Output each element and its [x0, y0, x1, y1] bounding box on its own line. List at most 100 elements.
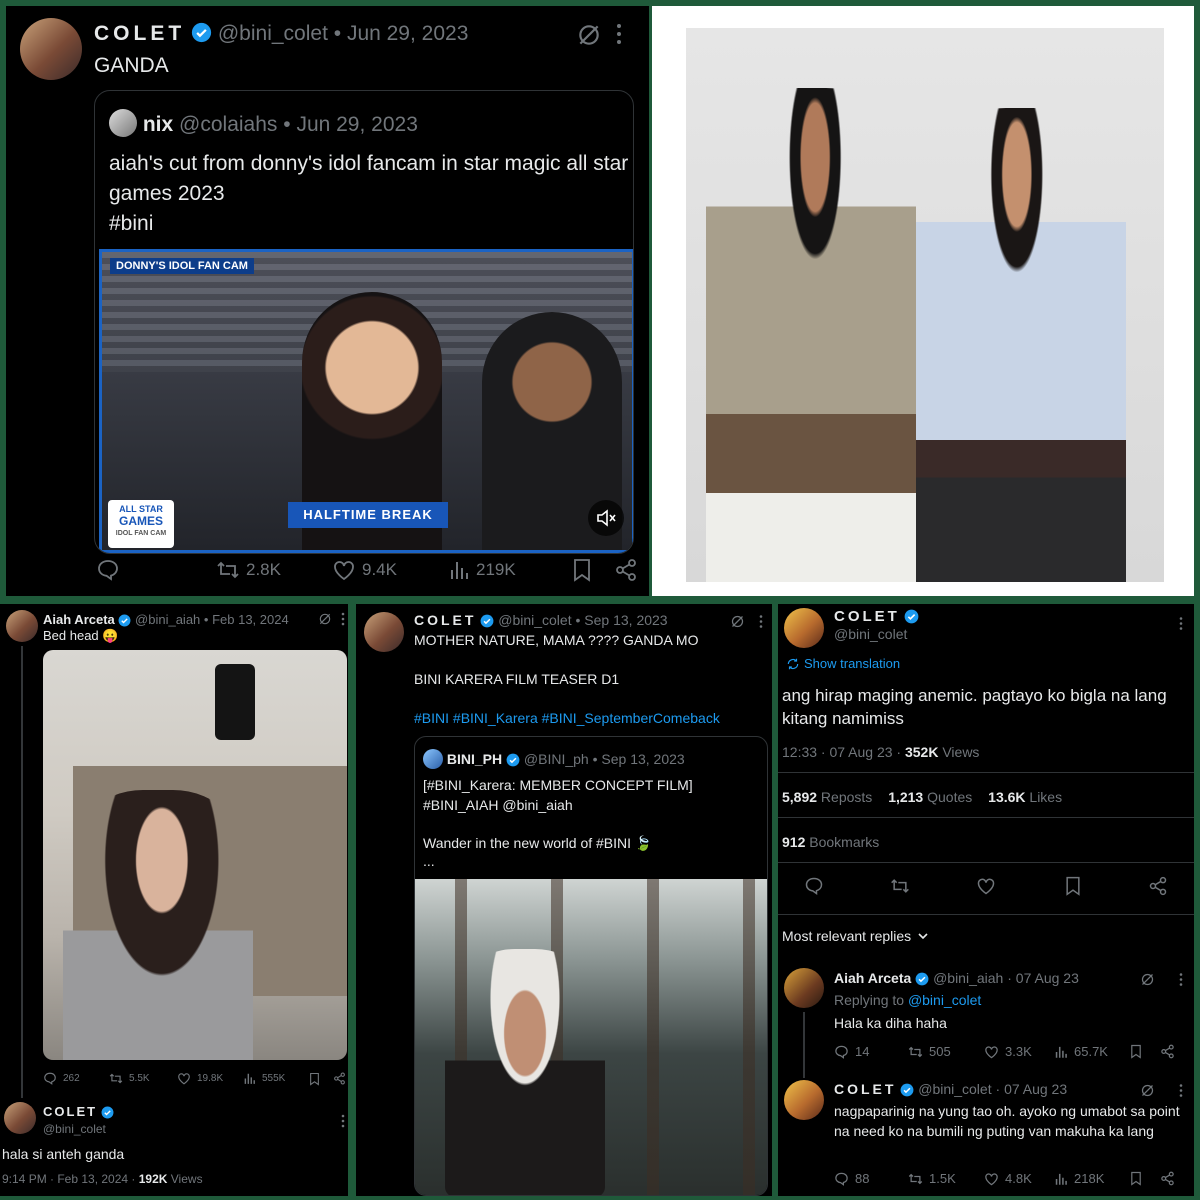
author-name[interactable]: Aiah Arceta: [43, 612, 115, 627]
more-options-icon[interactable]: [614, 22, 624, 46]
like-button[interactable]: 3.3K: [984, 1044, 1032, 1059]
quote-line3: Wander in the new world of #BINI 🍃: [423, 835, 653, 851]
author-handle[interactable]: @bini_colet: [498, 612, 571, 628]
like-button[interactable]: 9.4K: [332, 559, 397, 581]
repost-button[interactable]: 505: [908, 1044, 951, 1059]
views-icon: [1055, 1173, 1067, 1185]
repost-icon[interactable]: [890, 876, 910, 896]
author-name[interactable]: COLET: [834, 608, 900, 625]
more-options-icon[interactable]: [340, 612, 346, 626]
share-icon[interactable]: [1148, 876, 1168, 896]
reply-icon: [98, 560, 118, 581]
more-options-icon[interactable]: [340, 1114, 346, 1128]
tweet-date[interactable]: Feb 13, 2024: [212, 612, 289, 627]
avatar[interactable]: [364, 612, 404, 652]
grok-icon[interactable]: [318, 612, 332, 626]
quote-video-still[interactable]: [415, 879, 767, 1195]
quote-line2: #BINI_AIAH @bini_aiah: [423, 797, 573, 813]
quote-hashtag[interactable]: #bini: [109, 209, 153, 239]
avatar[interactable]: [784, 608, 824, 648]
like-button[interactable]: 19.8K: [177, 1072, 223, 1085]
grok-icon[interactable]: [730, 614, 745, 629]
quote-author[interactable]: nix: [143, 113, 173, 136]
bookmark-icon[interactable]: [1064, 876, 1082, 896]
likes-stat[interactable]: 13.6K Likes: [988, 789, 1062, 805]
quote-author[interactable]: BINI_PH: [447, 751, 502, 767]
views-button[interactable]: 65.7K: [1054, 1044, 1108, 1059]
tweet-date[interactable]: Jun 29, 2023: [347, 22, 468, 45]
photo-two-women: [686, 28, 1164, 582]
author-handle[interactable]: @bini_aiah: [135, 612, 200, 627]
share-button[interactable]: [1160, 1171, 1175, 1186]
mute-icon[interactable]: [588, 500, 624, 536]
avatar[interactable]: [423, 749, 443, 769]
reply-date[interactable]: 07 Aug 23: [1016, 970, 1079, 986]
show-translation-link[interactable]: Show translation: [786, 656, 900, 671]
reply-icon[interactable]: [804, 876, 824, 896]
reply-author-handle[interactable]: @bini_aiah: [933, 970, 1003, 986]
person-silhouette: [445, 949, 605, 1195]
more-options-icon[interactable]: [758, 614, 764, 629]
bookmark-button[interactable]: [1130, 1044, 1142, 1059]
quoted-tweet[interactable]: BINI_PH @BINI_ph • Sep 13, 2023 [#BINI_K…: [414, 736, 768, 1196]
avatar[interactable]: [20, 18, 82, 80]
tweet-date[interactable]: Sep 13, 2023: [584, 612, 667, 628]
reply-author-name[interactable]: Aiah Arceta: [834, 970, 911, 986]
reply-author-handle[interactable]: @bini_colet: [918, 1081, 991, 1097]
repost-button[interactable]: 5.5K: [109, 1072, 150, 1085]
reply-button[interactable]: 14: [834, 1044, 869, 1059]
author-name[interactable]: COLET: [414, 612, 476, 628]
author-name[interactable]: COLET: [94, 22, 185, 45]
grok-icon[interactable]: [1140, 972, 1155, 987]
bookmarks-stat[interactable]: 912 Bookmarks: [782, 834, 879, 850]
quotes-stat[interactable]: 1,213 Quotes: [888, 789, 972, 805]
avatar[interactable]: [6, 610, 38, 642]
bookmark-button[interactable]: [309, 1072, 320, 1086]
share-button[interactable]: [614, 558, 638, 582]
grok-icon[interactable]: [1140, 1083, 1155, 1098]
reply-button[interactable]: 262: [43, 1072, 80, 1085]
reply-icon: [835, 1172, 848, 1186]
avatar[interactable]: [4, 1102, 36, 1134]
avatar[interactable]: [784, 968, 824, 1008]
more-options-icon[interactable]: [1178, 972, 1184, 987]
tweet-hashtags[interactable]: #BINI #BINI_Karera #BINI_SeptemberComeba…: [414, 710, 720, 726]
repost-button[interactable]: 2.8K: [216, 559, 281, 581]
like-button[interactable]: 4.8K: [984, 1171, 1032, 1186]
reply-date[interactable]: 07 Aug 23: [1004, 1081, 1067, 1097]
author-handle[interactable]: @bini_colet: [218, 22, 328, 45]
reply-button[interactable]: 88: [834, 1171, 869, 1186]
share-button[interactable]: [333, 1072, 346, 1085]
bookmark-button[interactable]: [1130, 1171, 1142, 1186]
avatar[interactable]: [784, 1080, 824, 1120]
bookmark-button[interactable]: [572, 558, 592, 582]
quote-handle[interactable]: @colaiahs: [179, 113, 277, 136]
more-options-icon[interactable]: [1178, 1083, 1184, 1098]
quoted-tweet[interactable]: nix @colaiahs • Jun 29, 2023 aiah's cut …: [94, 90, 634, 554]
reply-author-name[interactable]: COLET: [43, 1104, 97, 1119]
quote-date[interactable]: Sep 13, 2023: [601, 751, 684, 767]
views-button[interactable]: 555K: [243, 1072, 285, 1085]
reply-author-name[interactable]: COLET: [834, 1081, 896, 1097]
avatar[interactable]: [109, 109, 137, 137]
share-button[interactable]: [1160, 1044, 1175, 1059]
reply-button[interactable]: [96, 559, 120, 581]
heart-icon[interactable]: [976, 876, 996, 896]
replies-sort-dropdown[interactable]: Most relevant replies: [782, 928, 929, 944]
tweet-timestamp[interactable]: 12:33 · 07 Aug 23 ·: [782, 744, 905, 760]
views-button[interactable]: 219K: [448, 559, 516, 581]
reply-author-handle[interactable]: @bini_colet: [43, 1122, 106, 1136]
repost-button[interactable]: 1.5K: [908, 1171, 956, 1186]
author-handle[interactable]: @bini_colet: [834, 626, 907, 642]
more-options-icon[interactable]: [1178, 616, 1184, 631]
views-button[interactable]: 218K: [1054, 1171, 1104, 1186]
selfie-photo[interactable]: [43, 650, 347, 1060]
grok-icon[interactable]: [576, 22, 602, 48]
video-player[interactable]: DONNY'S IDOL FAN CAM HALFTIME BREAK ALL …: [99, 249, 633, 553]
replying-to-link[interactable]: @bini_colet: [908, 992, 981, 1008]
person-silhouette: [706, 88, 916, 582]
reposts-stat[interactable]: 5,892 Reposts: [782, 789, 872, 805]
quote-date[interactable]: Jun 29, 2023: [296, 113, 417, 136]
quote-handle[interactable]: @BINI_ph: [524, 751, 589, 767]
reply-timestamp[interactable]: 9:14 PM · Feb 13, 2024 ·: [2, 1172, 139, 1186]
